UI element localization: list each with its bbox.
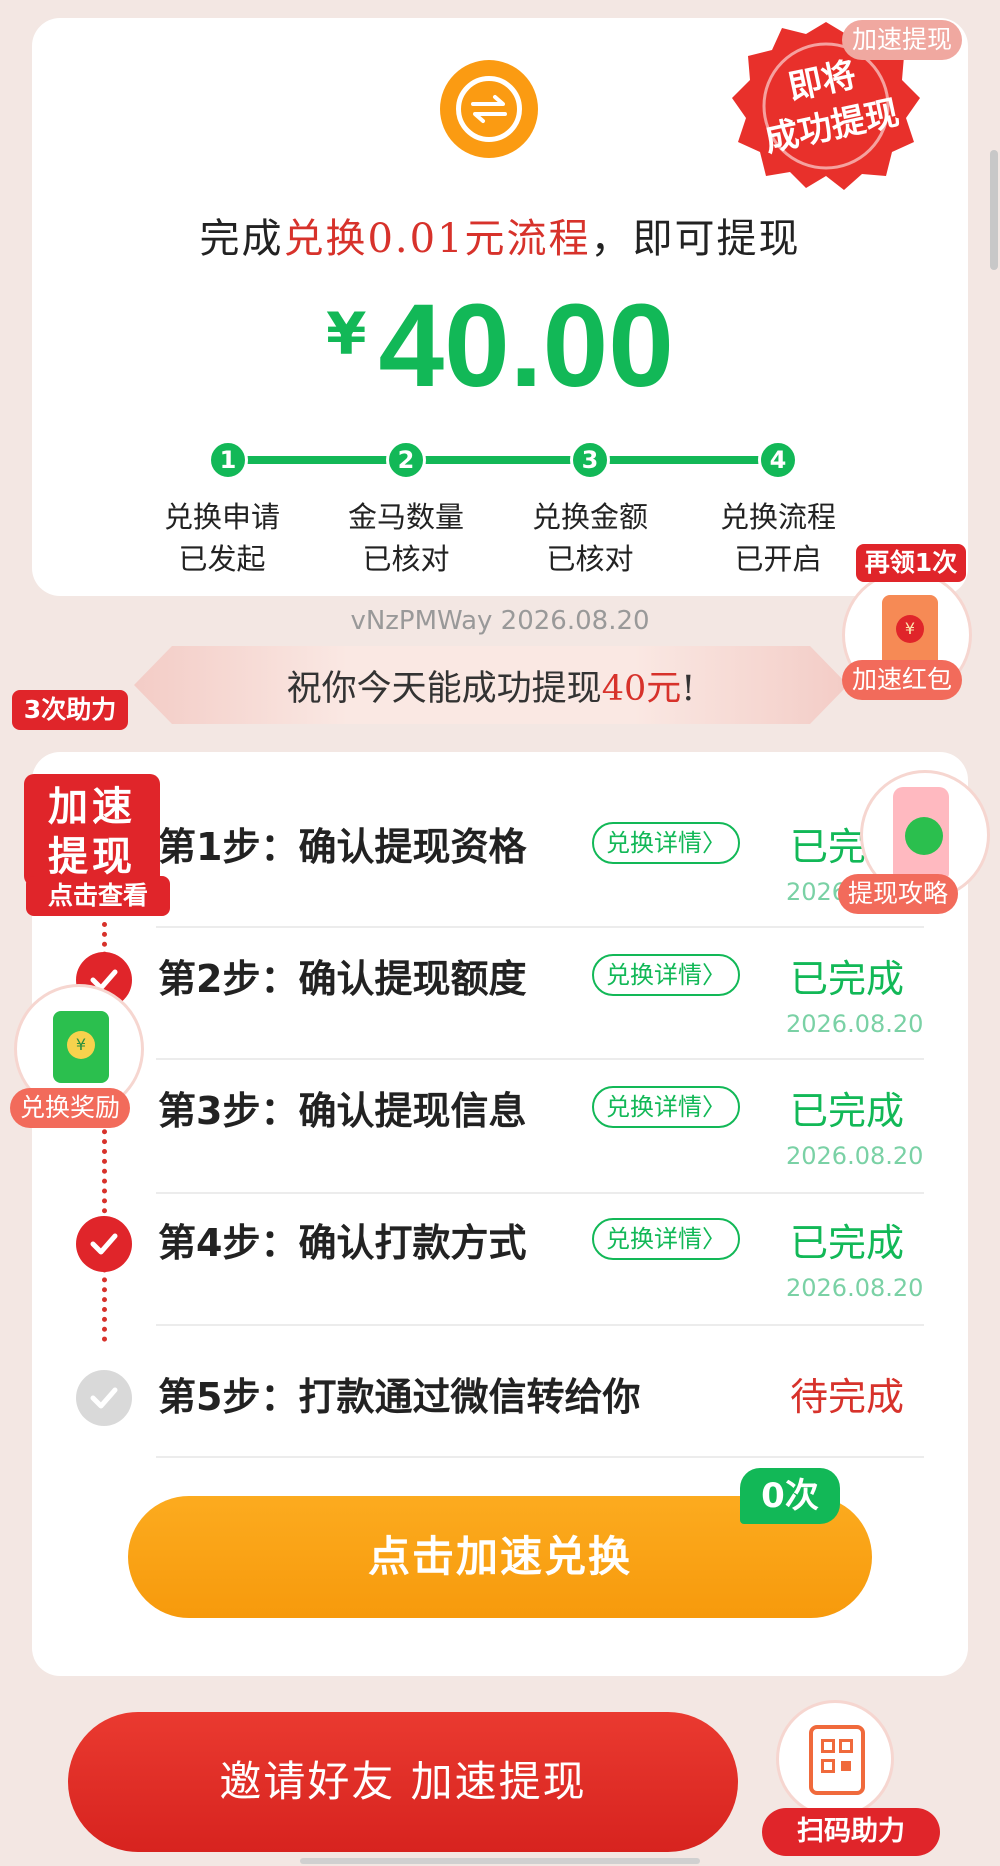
again-label: 再领1次 — [856, 544, 966, 582]
progress-label: 兑换申请 已发起 — [163, 500, 280, 576]
click-view-label[interactable]: 点击查看 — [26, 876, 170, 916]
yuan-icon: ¥ — [896, 615, 924, 643]
step-title: 第5步：打款通过微信转给你 — [158, 1375, 641, 1419]
headline: 完成兑换0.01元流程，即可提现 — [199, 216, 801, 262]
divider — [156, 1456, 924, 1458]
step-status: 已完成 — [790, 957, 905, 1001]
withdraw-amount: ¥40.00 — [0, 278, 1000, 414]
invite-friends-button[interactable]: 邀请好友 加速提现 — [68, 1712, 738, 1852]
scan-help-widget[interactable] — [776, 1700, 894, 1818]
step-status: 已完成 — [790, 1221, 905, 1265]
step-row: 第2步：确认提现额度 兑换详情〉 已完成 2026.08.20 — [0, 922, 1000, 1054]
progress-label: 兑换流程 已开启 — [719, 500, 836, 576]
step-title: 第3步：确认提现信息 — [158, 1089, 527, 1133]
progress-label: 兑换金额 已核对 — [531, 500, 648, 576]
help-count-badge: 3次助力 — [12, 690, 128, 730]
progress-line — [220, 456, 782, 464]
progress-label: 金马数量 已核对 — [347, 500, 464, 576]
wechat-icon — [905, 817, 943, 855]
count-badge: 0次 — [740, 1468, 840, 1524]
qr-code-icon — [809, 1725, 865, 1795]
progress-dot: 1 — [208, 440, 248, 480]
wish-banner-text: 祝你今天能成功提现40元! — [286, 669, 696, 709]
step-date: 2026.08.20 — [786, 1142, 924, 1170]
exchange-detail-button[interactable]: 兑换详情〉 — [592, 1086, 740, 1128]
red-packet-icon: ¥ — [882, 595, 938, 669]
exchange-detail-button[interactable]: 兑换详情〉 — [592, 954, 740, 996]
check-icon — [76, 1370, 132, 1426]
progress-dot: 2 — [386, 440, 426, 480]
withdraw-guide-label[interactable]: 提现攻略 — [838, 874, 959, 914]
step-status: 已完成 — [790, 1089, 905, 1133]
exchange-reward-label[interactable]: 兑换奖励 — [10, 1088, 131, 1128]
swap-icon — [440, 60, 538, 158]
step-row: 第3步：确认提现信息 兑换详情〉 已完成 2026.08.20 — [0, 1054, 1000, 1186]
step-date: 2026.08.20 — [786, 1010, 924, 1038]
yuan-icon: ¥ — [67, 1031, 95, 1059]
step-title: 第2步：确认提现额度 — [158, 957, 527, 1001]
progress-dot: 4 — [758, 440, 798, 480]
speed-redpacket-label[interactable]: 加速红包 — [842, 660, 963, 700]
step-title: 第4步：确认打款方式 — [158, 1221, 527, 1265]
exchange-detail-button[interactable]: 兑换详情〉 — [592, 822, 740, 864]
progress-dot: 3 — [570, 440, 610, 480]
check-icon — [76, 1216, 132, 1272]
red-packet-icon: ¥ — [53, 1011, 109, 1083]
step-row: 第5步：打款通过微信转给你 待完成 — [0, 1320, 1000, 1452]
currency-symbol: ¥ — [326, 300, 367, 368]
amount-value: 40.00 — [378, 280, 674, 412]
speed-withdraw-square[interactable]: 加速 提现 — [24, 774, 160, 886]
scrollbar[interactable] — [990, 150, 998, 270]
home-indicator[interactable] — [300, 1858, 700, 1864]
scan-help-label[interactable]: 扫码助力 — [762, 1808, 940, 1856]
speed-withdraw-tag[interactable]: 加速提现 — [842, 20, 963, 60]
step-status: 待完成 — [790, 1375, 905, 1419]
step-row: 第4步：确认打款方式 兑换详情〉 已完成 2026.08.20 — [0, 1186, 1000, 1318]
step-title: 第1步：确认提现资格 — [158, 825, 527, 869]
exchange-detail-button[interactable]: 兑换详情〉 — [592, 1218, 740, 1260]
step-date: 2026.08.20 — [786, 1274, 924, 1302]
